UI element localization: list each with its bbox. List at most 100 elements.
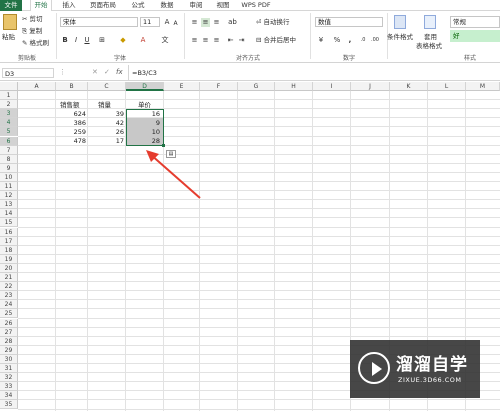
row-header-22[interactable]: 22 [0,282,18,292]
comma-button[interactable]: , [346,36,354,45]
row-header-23[interactable]: 23 [0,291,18,301]
decrease-decimal-icon[interactable]: .00 [370,36,380,45]
shrink-font-button[interactable]: A [172,19,179,28]
row-header-24[interactable]: 24 [0,300,18,310]
row-header-25[interactable]: 25 [0,309,18,319]
column-header-k[interactable]: K [390,82,428,91]
row-header-6[interactable]: 6 [0,136,18,146]
table-cell[interactable]: 16 [126,110,160,118]
fill-color-icon[interactable]: ◆ [118,36,128,45]
row-header-12[interactable]: 12 [0,191,18,201]
tab-review[interactable]: 审阅 [186,0,206,11]
row-header-33[interactable]: 33 [0,382,18,392]
enter-icon[interactable]: ✓ [104,68,110,76]
table-cell[interactable]: 17 [88,137,124,145]
table-cell[interactable]: 624 [56,110,86,118]
grow-font-button[interactable]: A [163,18,171,27]
row-header-10[interactable]: 10 [0,172,18,182]
row-header-1[interactable]: 1 [0,91,18,101]
column-header-a[interactable]: A [18,82,56,91]
header-unit-price[interactable]: 单价 [138,101,160,109]
increase-decimal-icon[interactable]: .0 [358,36,368,45]
table-cell[interactable]: 10 [126,128,160,136]
column-header-e[interactable]: E [164,82,200,91]
orientation-icon[interactable]: ab [228,18,237,27]
phonetic-icon[interactable]: 文 [160,36,170,45]
column-header-g[interactable]: G [238,82,275,91]
align-middle-icon[interactable]: ≡ [201,18,210,27]
row-header-2[interactable]: 2 [0,100,18,110]
font-size-select[interactable]: 11 [140,17,160,27]
column-header-c[interactable]: C [88,82,126,91]
tab-view[interactable]: 视图 [213,0,233,11]
row-header-21[interactable]: 21 [0,273,18,283]
align-bottom-icon[interactable]: ≡ [212,18,221,27]
table-format-icon[interactable] [424,15,436,29]
name-box[interactable]: D3 [2,68,54,78]
row-header-31[interactable]: 31 [0,364,18,374]
table-format-label-2[interactable]: 表格格式 [416,42,442,50]
percent-button[interactable]: % [332,36,342,45]
row-header-13[interactable]: 13 [0,200,18,210]
tab-home[interactable]: 开始 [30,0,52,11]
header-sales[interactable]: 销售额 [60,101,88,109]
table-format-label-1[interactable]: 套用 [424,33,437,41]
tab-file[interactable]: 文件 [0,0,22,11]
border-icon[interactable]: ⊞ [97,36,107,45]
align-right-icon[interactable]: ≡ [212,36,221,45]
style-normal[interactable]: 常规 [450,16,500,28]
row-header-3[interactable]: 3 [0,109,18,119]
copy-button[interactable]: ⎘ 复制 [22,27,42,35]
header-quantity[interactable]: 销量 [98,101,120,109]
row-header-9[interactable]: 9 [0,163,18,173]
tab-insert[interactable]: 插入 [58,0,80,11]
conditional-format-icon[interactable] [394,15,406,29]
tab-formulas[interactable]: 公式 [128,0,148,11]
row-header-28[interactable]: 28 [0,336,18,346]
currency-icon[interactable]: ¥ [316,36,326,45]
row-header-32[interactable]: 32 [0,373,18,383]
wrap-text-button[interactable]: ⏎ 自动换行 [256,18,290,26]
fill-handle[interactable] [162,144,165,147]
decrease-indent-icon[interactable]: ⇤ [226,36,235,45]
row-header-26[interactable]: 26 [0,318,18,328]
table-cell[interactable]: 42 [88,119,124,127]
format-painter-button[interactable]: ✎ 格式刷 [22,39,49,47]
number-format-select[interactable]: 数值 [315,17,383,27]
row-header-8[interactable]: 8 [0,154,18,164]
table-cell[interactable]: 39 [88,110,124,118]
column-header-l[interactable]: L [428,82,466,91]
row-header-16[interactable]: 16 [0,227,18,237]
row-header-19[interactable]: 19 [0,254,18,264]
tab-wps-pdf[interactable]: WPS PDF [240,0,272,11]
select-all-corner[interactable] [0,82,18,91]
align-left-icon[interactable]: ≡ [190,36,199,45]
column-header-d[interactable]: D [126,82,164,91]
underline-button[interactable]: U [83,36,91,45]
tab-data[interactable]: 数据 [157,0,177,11]
cut-button[interactable]: ✂ 剪切 [22,15,43,23]
row-header-29[interactable]: 29 [0,345,18,355]
row-header-17[interactable]: 17 [0,236,18,246]
column-header-i[interactable]: I [313,82,351,91]
row-header-4[interactable]: 4 [0,118,18,128]
conditional-format-button[interactable]: 条件格式 [387,33,413,41]
italic-button[interactable]: I [72,36,80,45]
column-header-b[interactable]: B [56,82,88,91]
tab-page-layout[interactable]: 页面布局 [88,0,118,11]
font-color-icon[interactable]: A [138,36,148,45]
table-cell[interactable]: 478 [56,137,86,145]
align-top-icon[interactable]: ≡ [190,18,199,27]
column-header-m[interactable]: M [466,82,500,91]
row-header-7[interactable]: 7 [0,145,18,155]
insert-function-button[interactable]: fx [116,68,123,76]
font-name-select[interactable]: 宋体 [60,17,138,27]
row-header-18[interactable]: 18 [0,245,18,255]
row-header-11[interactable]: 11 [0,182,18,192]
row-header-5[interactable]: 5 [0,127,18,137]
table-cell[interactable]: 26 [88,128,124,136]
column-header-h[interactable]: H [275,82,313,91]
align-center-icon[interactable]: ≡ [201,36,210,45]
row-header-15[interactable]: 15 [0,218,18,228]
column-header-j[interactable]: J [351,82,390,91]
